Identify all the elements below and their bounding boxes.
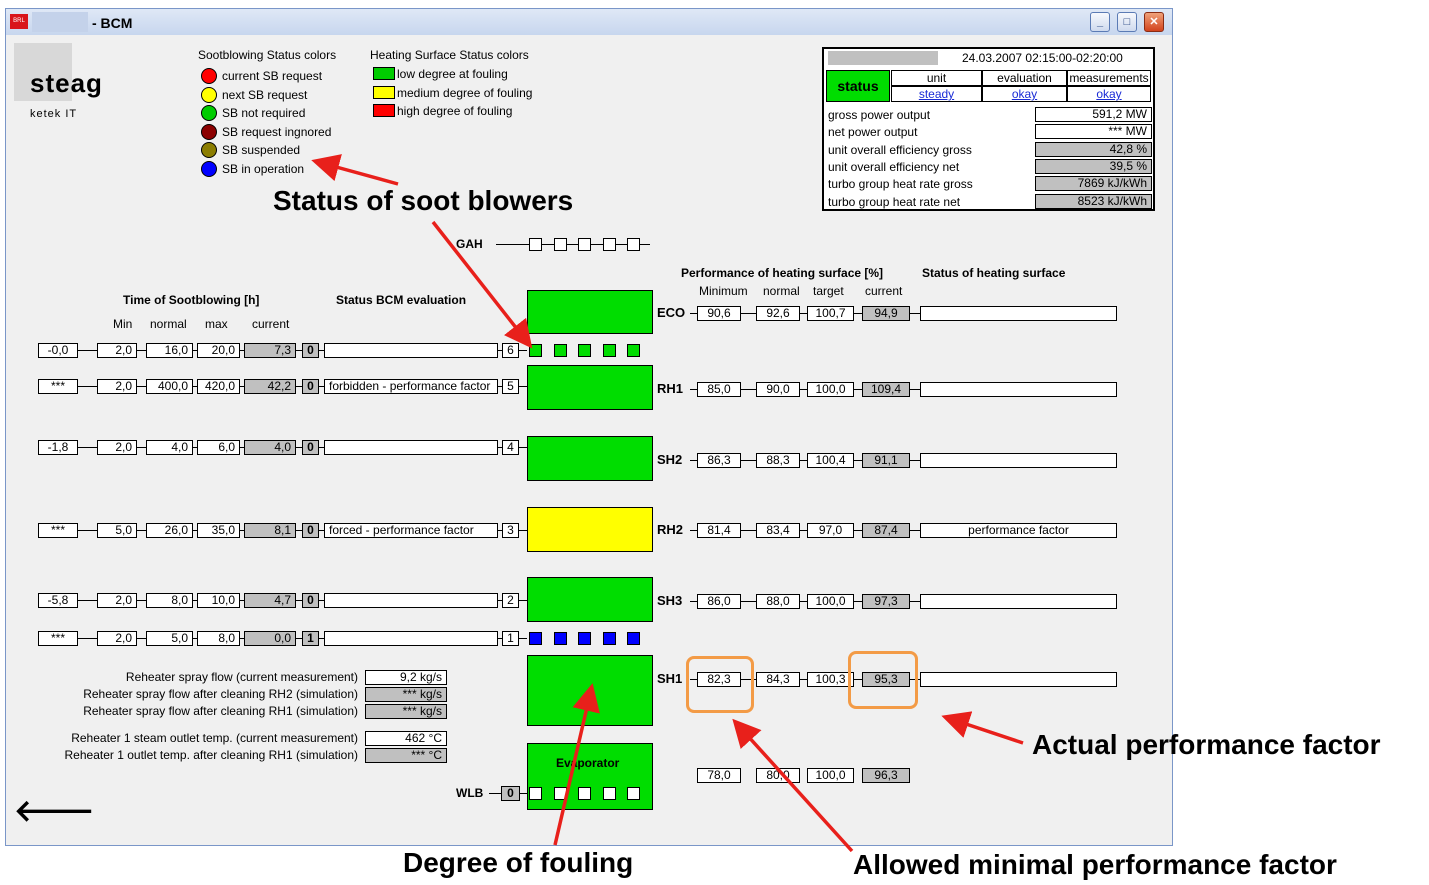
annotation-soot-blowers: Status of soot blowers: [273, 185, 574, 216]
annotation-fouling: Degree of fouling: [403, 847, 634, 878]
annotation-minimal-performance: Allowed minimal performance factor: [853, 849, 1337, 880]
annotation-actual-performance: Actual performance factor: [1032, 729, 1381, 760]
